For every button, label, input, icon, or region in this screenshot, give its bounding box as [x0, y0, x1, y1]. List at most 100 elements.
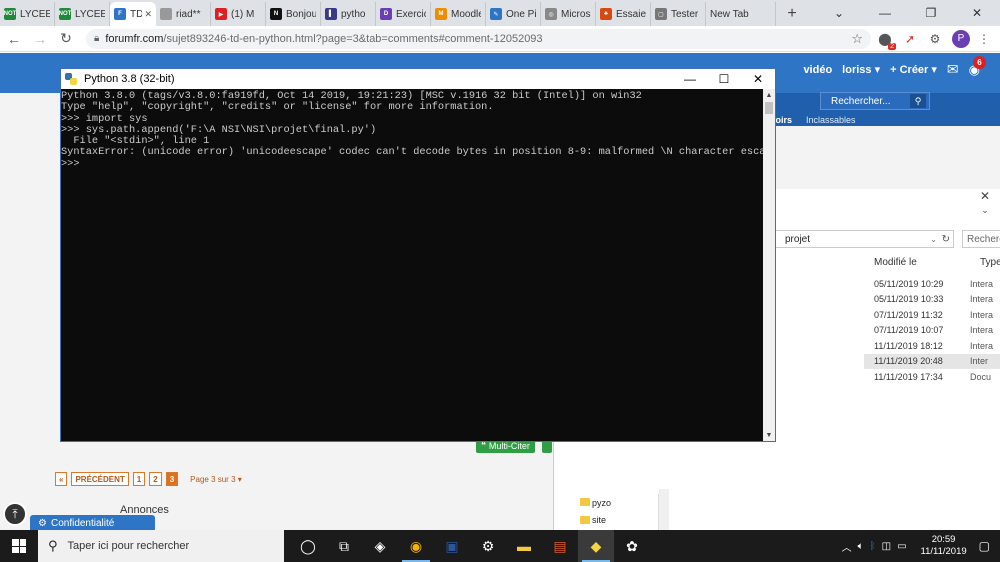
explorer-search-input[interactable]: Recherch: [962, 230, 1000, 248]
bookmark-star-icon[interactable]: ☆: [851, 31, 863, 47]
file-row[interactable]: 07/11/2019 10:07 Intera: [864, 323, 1000, 339]
browser-tab[interactable]: ✎ One Pi: [486, 2, 541, 26]
site-search-input[interactable]: Rechercher... ⚲: [820, 92, 930, 110]
reload-icon[interactable]: ↻: [54, 27, 78, 51]
minimize-button[interactable]: —: [862, 0, 908, 26]
browser-tab[interactable]: ▶ (1) M: [211, 2, 266, 26]
browser-tab[interactable]: N Bonjou: [266, 2, 321, 26]
pagination-page-3[interactable]: 3: [165, 472, 179, 486]
folder-label: pyzo: [592, 497, 612, 508]
task-view-icon[interactable]: ⧉: [326, 530, 362, 562]
address-bar[interactable]: 🔒︎ forumfr.com /sujet893246-td-en-python…: [86, 28, 871, 49]
nav-create[interactable]: + Créer ▾: [890, 63, 937, 76]
browser-tab[interactable]: riad**: [156, 2, 211, 26]
notification-center-icon[interactable]: ▢: [979, 539, 990, 553]
notification-icon[interactable]: ◉ 6: [969, 55, 986, 78]
pagination-page-1[interactable]: 1: [132, 472, 146, 486]
nav-user[interactable]: loriss ▾: [842, 63, 880, 76]
file-row[interactable]: 11/11/2019 20:48 Inter: [864, 353, 1000, 369]
close-button[interactable]: ✕: [954, 0, 1000, 26]
file-row[interactable]: 05/11/2019 10:29 Intera: [864, 276, 1000, 292]
python-maximize-button[interactable]: ☐: [707, 69, 741, 89]
console-line: >>>: [61, 157, 80, 170]
mail-icon[interactable]: ✉: [947, 61, 959, 78]
network-icon[interactable]: ◫: [882, 541, 891, 552]
console-line: SyntaxError: (unicode error) 'unicodeesc…: [61, 146, 764, 159]
chevron-up-icon[interactable]: ︿: [842, 539, 852, 554]
browser-tab[interactable]: D Exercic: [376, 2, 431, 26]
file-type: Intera: [970, 340, 994, 351]
maximize-button[interactable]: ❐: [908, 0, 954, 26]
python-close-button[interactable]: ✕: [741, 69, 775, 89]
extension-arrow-icon[interactable]: ➚: [899, 28, 921, 50]
volume-icon[interactable]: 🔈︎: [858, 541, 864, 552]
steam-icon[interactable]: ◈: [362, 530, 398, 562]
file-row[interactable]: 11/11/2019 17:34 Docu: [864, 369, 1000, 385]
pagination-prev[interactable]: PRÉCÉDENT: [71, 472, 129, 486]
browser-tab[interactable]: F TD ✕: [110, 2, 156, 26]
tab-close-icon[interactable]: ✕: [144, 9, 152, 20]
clock[interactable]: 20:59 11/11/2019: [921, 534, 967, 558]
bluetooth-icon[interactable]: ᛒ: [870, 541, 876, 552]
scroll-up-icon[interactable]: ▲: [763, 89, 775, 101]
column-header-modified[interactable]: Modifié le: [874, 257, 917, 268]
cortana-icon[interactable]: ◯: [290, 530, 326, 562]
battery-icon[interactable]: ▭: [897, 541, 906, 552]
column-header-type[interactable]: Type: [980, 257, 1000, 268]
tab-favicon-icon: ◎: [545, 8, 557, 20]
file-explorer-icon[interactable]: ▬: [506, 530, 542, 562]
browser-tab[interactable]: NOT LYCEE C: [0, 2, 55, 26]
menu-kebab-icon[interactable]: ⋮: [973, 28, 995, 50]
start-button[interactable]: [0, 530, 38, 562]
python-title-bar[interactable]: Python 3.8 (32-bit) — ☐ ✕: [61, 69, 775, 89]
extension-gear-icon[interactable]: ⚙: [924, 28, 946, 50]
scroll-thumb[interactable]: [765, 102, 773, 114]
folder-item[interactable]: site: [554, 512, 658, 530]
pagination-page-2[interactable]: 2: [149, 472, 162, 486]
refresh-icon[interactable]: ↻: [942, 234, 950, 245]
taskbar-search-box[interactable]: ⚲ Taper ici pour rechercher: [38, 530, 284, 562]
folder-item[interactable]: pyzo: [554, 494, 658, 512]
browser-tab[interactable]: ◎ Micros: [541, 2, 596, 26]
file-row[interactable]: 05/11/2019 10:33 Intera: [864, 292, 1000, 308]
notification-badge: 6: [973, 55, 986, 69]
photos-icon[interactable]: ▤: [542, 530, 578, 562]
python-taskbar-icon[interactable]: ◆: [578, 530, 614, 562]
chevron-down-icon[interactable]: ⌄: [816, 0, 862, 26]
word-icon[interactable]: ▣: [434, 530, 470, 562]
python-scrollbar[interactable]: ▲ ▼: [763, 89, 775, 441]
browser-tab[interactable]: New Tab: [706, 2, 776, 26]
chrome-icon[interactable]: ◉: [398, 530, 434, 562]
scroll-down-icon[interactable]: ▼: [763, 429, 775, 441]
browser-tab[interactable]: ▢ Tester v: [651, 2, 706, 26]
system-tray: ︿ 🔈︎ ᛒ ◫ ▭ 20:59 11/11/2019 ▢: [842, 534, 1000, 558]
category-link-2[interactable]: Inclassables: [806, 115, 856, 125]
browser-tab[interactable]: NOT LYCEE C: [55, 2, 110, 26]
app-icon[interactable]: ✿: [614, 530, 650, 562]
python-console-output[interactable]: Python 3.8.0 (tags/v3.8.0:fa919fd, Oct 1…: [61, 89, 764, 441]
explorer-address-bar[interactable]: projet ⌄ ↻: [764, 230, 954, 248]
tab-label: Bonjou: [286, 8, 316, 20]
pagination-info[interactable]: Page 3 sur 3 ▾: [190, 475, 242, 484]
pagination-first[interactable]: «: [55, 472, 68, 486]
file-row[interactable]: 07/11/2019 11:32 Intera: [864, 307, 1000, 323]
back-arrow-icon[interactable]: ←: [2, 27, 26, 51]
file-row[interactable]: 11/11/2019 18:12 Intera: [864, 338, 1000, 354]
browser-tab[interactable]: ♣ Essaie d: [596, 2, 651, 26]
explorer-close-icon[interactable]: ✕: [970, 189, 1000, 203]
nav-video[interactable]: vidéo: [803, 64, 832, 76]
forward-arrow-icon[interactable]: →: [28, 27, 52, 51]
settings-icon[interactable]: ⚙: [470, 530, 506, 562]
new-tab-button[interactable]: +: [780, 2, 804, 26]
lock-icon: 🔒︎: [94, 33, 100, 44]
browser-tab[interactable]: ▌ pytho: [321, 2, 376, 26]
extension-icon[interactable]: ⬤ 2: [874, 28, 896, 50]
explorer-ribbon-chevron-icon[interactable]: ⌄: [970, 203, 1000, 217]
profile-avatar[interactable]: P: [952, 29, 970, 48]
scroll-to-top-button[interactable]: ⤒: [3, 502, 27, 526]
search-icon[interactable]: ⚲: [910, 94, 926, 108]
chevron-down-icon[interactable]: ⌄: [930, 235, 937, 244]
console-line: Type "help", "copyright", "credits" or "…: [61, 101, 494, 114]
browser-tab[interactable]: M Moodle: [431, 2, 486, 26]
python-minimize-button[interactable]: —: [673, 69, 707, 89]
